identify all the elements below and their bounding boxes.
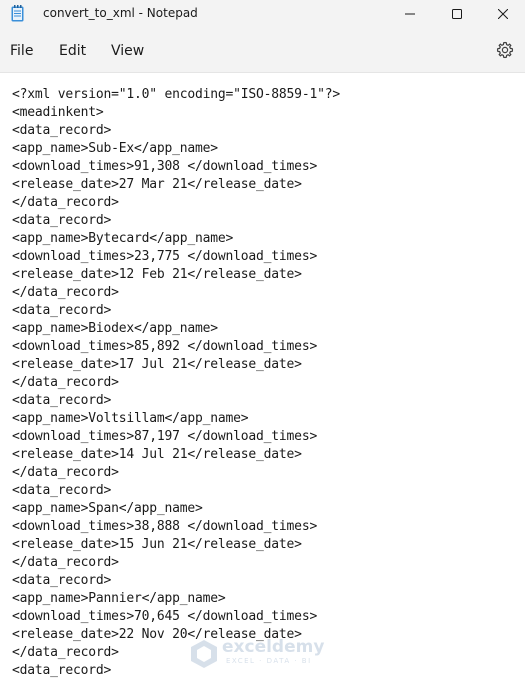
editor-line: </data_record> — [12, 195, 119, 210]
maximize-icon — [452, 9, 462, 19]
editor-line: <data_record> — [12, 303, 112, 318]
editor-line: <release_date>12 Feb 21</release_date> — [12, 267, 302, 282]
editor-line: <download_times>91,308 </download_times> — [12, 159, 318, 174]
editor-line: <release_date>15 Jun 21</release_date> — [12, 537, 302, 552]
editor-line: <release_date>17 Jul 21</release_date> — [12, 357, 302, 372]
editor-line: <download_times>70,645 </download_times> — [12, 609, 318, 624]
close-button[interactable] — [480, 0, 525, 28]
editor-line: <download_times>23,775 </download_times> — [12, 249, 318, 264]
menu-bar: File Edit View — [0, 28, 525, 73]
editor-line: <app_name>Voltsillam</app_name> — [12, 411, 249, 426]
editor-line: </data_record> — [12, 465, 119, 480]
menu-view[interactable]: View — [111, 43, 144, 59]
editor-text: <?xml version="1.0" encoding="ISO-8859-1… — [12, 86, 340, 680]
gear-icon[interactable] — [496, 41, 514, 59]
editor-line: <download_times>85,892 </download_times> — [12, 339, 318, 354]
maximize-button[interactable] — [434, 0, 480, 28]
editor-line: <data_record> — [12, 393, 112, 408]
editor-line: <app_name>Sub-Ex</app_name> — [12, 141, 218, 156]
editor-line: <data_record> — [12, 573, 112, 588]
editor-line: <data_record> — [12, 483, 112, 498]
editor-line: </data_record> — [12, 285, 119, 300]
close-icon — [498, 9, 508, 19]
editor-line: <data_record> — [12, 663, 112, 678]
editor-line: <?xml version="1.0" encoding="ISO-8859-1… — [12, 87, 340, 102]
text-editor-area[interactable]: <?xml version="1.0" encoding="ISO-8859-1… — [0, 73, 525, 684]
editor-line: <download_times>38,888 </download_times> — [12, 519, 318, 534]
editor-line: <release_date>27 Mar 21</release_date> — [12, 177, 302, 192]
editor-line: </data_record> — [12, 645, 119, 660]
editor-line: <data_record> — [12, 213, 112, 228]
minimize-button[interactable] — [387, 0, 433, 28]
notepad-icon — [11, 5, 24, 22]
editor-line: <release_date>22 Nov 20</release_date> — [12, 627, 302, 642]
minimize-icon — [405, 13, 415, 15]
editor-line: <download_times>87,197 </download_times> — [12, 429, 318, 444]
editor-line: <app_name>Span</app_name> — [12, 501, 203, 516]
editor-line: <meadinkent> — [12, 105, 104, 120]
window-title: convert_to_xml - Notepad — [43, 6, 198, 20]
editor-line: <data_record> — [12, 123, 112, 138]
editor-line: <release_date>14 Jul 21</release_date> — [12, 447, 302, 462]
menu-edit[interactable]: Edit — [59, 43, 86, 59]
menu-file[interactable]: File — [10, 43, 33, 59]
editor-line: <app_name>Pannier</app_name> — [12, 591, 226, 606]
title-bar: convert_to_xml - Notepad — [0, 0, 525, 28]
editor-line: </data_record> — [12, 375, 119, 390]
editor-line: </data_record> — [12, 555, 119, 570]
editor-line: <app_name>Bytecard</app_name> — [12, 231, 234, 246]
editor-line: <app_name>Biodex</app_name> — [12, 321, 218, 336]
